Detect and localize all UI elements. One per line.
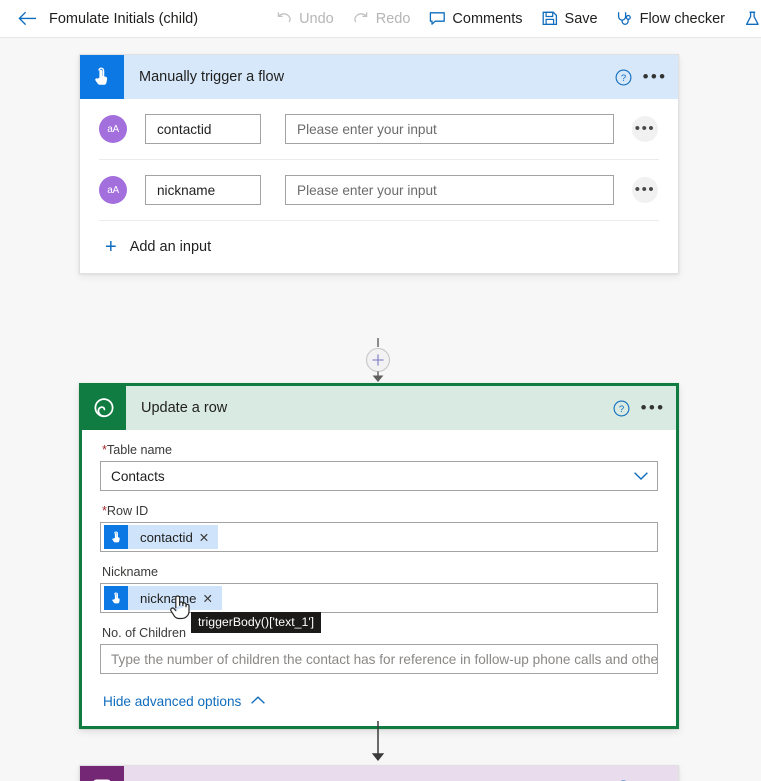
nickname-input[interactable]: nickname ✕ <box>100 583 658 613</box>
field-no-of-children: No. of Children Type the number of child… <box>82 613 676 674</box>
trigger-card-header[interactable]: Manually trigger a flow ? ••• <box>80 55 678 99</box>
row-id-input[interactable]: contactid ✕ <box>100 522 658 552</box>
trigger-more-button[interactable]: ••• <box>640 64 670 90</box>
help-circle-icon[interactable]: ? <box>608 395 634 421</box>
input-name-field-nickname[interactable]: nickname <box>145 175 261 205</box>
help-circle-icon[interactable]: ? <box>610 775 636 781</box>
comment-icon <box>428 10 446 28</box>
field-row-id: *Row ID contactid ✕ <box>82 491 676 552</box>
field-label-nickname: Nickname <box>102 565 158 579</box>
dataverse-more-button[interactable]: ••• <box>638 395 668 421</box>
token-label-nickname: nickname <box>140 590 197 606</box>
tap-hand-icon <box>104 586 128 610</box>
dataverse-icon <box>82 386 126 430</box>
trigger-input-row-nickname: aA nickname Please enter your input ••• <box>80 160 678 220</box>
redo-label: Redo <box>375 10 411 27</box>
trigger-card-title: Manually trigger a flow <box>139 69 285 85</box>
connector-trigger-to-dataverse <box>0 338 761 383</box>
field-label-table-name: *Table name <box>102 443 173 457</box>
input-name-field-contactid[interactable]: contactid <box>145 114 261 144</box>
hide-advanced-options-label: Hide advanced options <box>103 693 242 709</box>
add-an-input-label: Add an input <box>129 239 212 255</box>
no-of-children-input[interactable]: Type the number of children the contact … <box>100 644 658 674</box>
flow-title: Fomulate Initials (child) <box>49 10 199 27</box>
text-input-type-icon: aA <box>99 176 127 204</box>
flow-checker-label: Flow checker <box>639 10 726 27</box>
powerapps-more-button[interactable]: ••• <box>640 775 670 781</box>
input-more-button-nickname[interactable]: ••• <box>632 177 658 203</box>
text-input-type-icon: aA <box>99 115 127 143</box>
test-button[interactable]: Test <box>734 3 761 35</box>
save-button[interactable]: Save <box>532 3 607 35</box>
field-table-name: *Table name Contacts <box>82 430 676 491</box>
close-icon[interactable]: ✕ <box>202 591 221 606</box>
flow-checker-button[interactable]: Flow checker <box>607 3 734 35</box>
svg-text:?: ? <box>618 404 623 415</box>
token-label-contactid: contactid <box>140 529 193 545</box>
dataverse-card-header[interactable]: Update a row ? ••• <box>82 386 676 430</box>
powerapps-card-header[interactable]: Respond to a PowerApp or flow ? ••• <box>80 766 678 781</box>
back-arrow-icon <box>18 11 36 26</box>
undo-icon <box>275 10 293 28</box>
input-value-field-contactid[interactable]: Please enter your input <box>285 114 614 144</box>
field-label-no-of-children: No. of Children <box>102 626 186 640</box>
field-nickname: Nickname nickname ✕ <box>82 552 676 613</box>
help-circle-icon[interactable]: ? <box>610 64 636 90</box>
powerapps-icon <box>80 766 124 781</box>
command-bar: Fomulate Initials (child) Undo Redo Comm… <box>0 0 761 38</box>
plus-icon: + <box>105 236 117 258</box>
stethoscope-icon <box>616 10 634 28</box>
table-name-value: Contacts <box>111 468 165 484</box>
dynamic-content-token-contactid[interactable]: contactid ✕ <box>104 525 219 549</box>
connector-dataverse-to-powerapps <box>0 721 761 765</box>
table-name-dropdown[interactable]: Contacts <box>100 461 658 491</box>
undo-label: Undo <box>299 10 334 27</box>
close-icon[interactable]: ✕ <box>199 530 218 545</box>
add-an-input-button[interactable]: + Add an input <box>80 221 678 273</box>
trigger-card-body: aA contactid Please enter your input •••… <box>80 99 678 273</box>
svg-text:?: ? <box>620 73 625 84</box>
back-button[interactable] <box>18 6 37 32</box>
dataverse-update-row-card[interactable]: Update a row ? ••• *Table name Contacts <box>79 383 679 729</box>
tap-hand-icon <box>104 525 128 549</box>
trigger-card[interactable]: Manually trigger a flow ? ••• aA contact… <box>79 54 679 274</box>
undo-button[interactable]: Undo <box>266 3 343 35</box>
input-more-button-contactid[interactable]: ••• <box>632 116 658 142</box>
chevron-down-icon <box>633 469 649 484</box>
expression-tooltip: triggerBody()['text_1'] <box>191 612 322 633</box>
save-label: Save <box>564 10 598 27</box>
flask-icon <box>743 10 761 28</box>
hide-advanced-options-button[interactable]: Hide advanced options <box>82 674 676 726</box>
dynamic-content-token-nickname[interactable]: nickname ✕ <box>104 586 222 610</box>
command-bar-actions: Undo Redo Comments Save Flow checker <box>266 3 761 35</box>
redo-icon <box>352 10 370 28</box>
tap-hand-icon <box>80 55 124 99</box>
comments-label: Comments <box>452 10 523 27</box>
redo-button[interactable]: Redo <box>343 3 420 35</box>
field-label-row-id: *Row ID <box>102 504 149 518</box>
dataverse-card-title: Update a row <box>141 400 228 416</box>
input-value-field-nickname[interactable]: Please enter your input <box>285 175 614 205</box>
powerapps-respond-card[interactable]: Respond to a PowerApp or flow ? ••• <box>79 765 679 781</box>
trigger-input-row-contactid: aA contactid Please enter your input ••• <box>80 99 678 159</box>
save-icon <box>541 10 559 28</box>
comments-button[interactable]: Comments <box>419 3 531 35</box>
dataverse-card-body: *Table name Contacts *Row ID contactid ✕… <box>82 430 676 726</box>
chevron-up-icon <box>250 692 266 710</box>
flow-canvas[interactable]: Manually trigger a flow ? ••• aA contact… <box>0 38 761 781</box>
